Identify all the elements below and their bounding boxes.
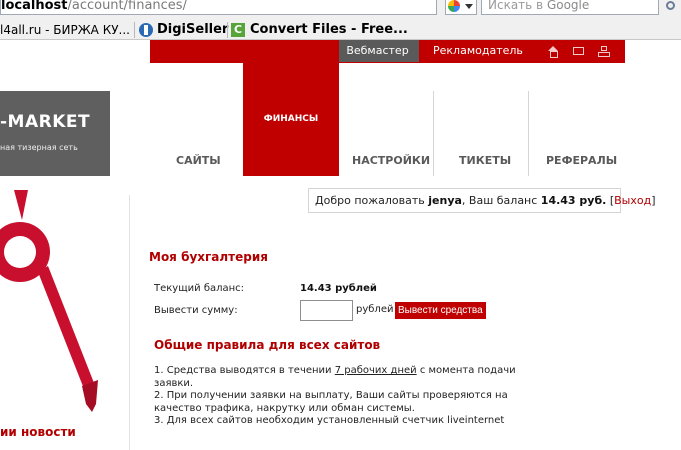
search-icon bbox=[666, 1, 675, 10]
webmaster-tab[interactable]: Вебмастер bbox=[336, 40, 419, 62]
bookmark-digiseller[interactable]: DigiSeller bbox=[139, 21, 228, 39]
convert-files-icon: C bbox=[231, 23, 245, 37]
google-icon bbox=[448, 0, 460, 12]
search-placeholder-prefix: Искать в bbox=[488, 0, 547, 12]
bookmark-convert-files-label: Convert Files - Free... bbox=[250, 22, 408, 37]
open-bracket: [ bbox=[606, 194, 615, 207]
nav-tickets[interactable]: ТИКЕТЫ bbox=[459, 154, 511, 167]
withdraw-amount-input[interactable] bbox=[300, 300, 353, 321]
browser-chrome: localhost/account/finances/ Искать в Goo… bbox=[0, 0, 681, 40]
welcome-greeting: Добро пожаловать bbox=[315, 194, 425, 207]
bookmark-convert-files[interactable]: C Convert Files - Free... bbox=[231, 21, 408, 39]
nav-divider bbox=[528, 91, 529, 176]
accounting-title: Моя бухгалтерия bbox=[149, 250, 268, 264]
rule-item-1: 1. Средства выводятся в течении 7 рабочи… bbox=[154, 365, 554, 390]
username: jenya bbox=[428, 194, 462, 207]
close-bracket: ] bbox=[651, 194, 656, 207]
rule-item-3: 3. Для всех сайтов необходим установленн… bbox=[154, 415, 505, 426]
sidebar-news-heading[interactable]: ии новости bbox=[0, 425, 76, 439]
chevron-down-icon bbox=[465, 4, 473, 9]
bookmark-separator bbox=[134, 22, 135, 38]
sitemap-icon[interactable] bbox=[598, 46, 610, 57]
nav-finances[interactable]: ФИНАНСЫ bbox=[243, 40, 339, 176]
logout-link[interactable]: Выход bbox=[614, 194, 651, 207]
bookmarks-bar: l4all.ru - БИРЖА КУ... DigiSeller C Conve… bbox=[0, 20, 681, 40]
nav-finances-label: ФИНАНСЫ bbox=[263, 114, 319, 124]
rule-1-link[interactable]: 7 рабочих дней bbox=[335, 365, 417, 376]
sidebar-divider bbox=[129, 195, 130, 450]
mail-icon[interactable] bbox=[573, 47, 584, 55]
nav-divider bbox=[433, 91, 434, 176]
amount-unit: рублей bbox=[356, 304, 394, 315]
current-balance-label: Текущий баланс: bbox=[154, 283, 245, 294]
rule-1-pre: 1. Средства выводятся в течении bbox=[154, 365, 335, 376]
search-input[interactable]: Искать в Google bbox=[481, 0, 659, 15]
digiseller-icon bbox=[139, 23, 153, 37]
rule-item-2: 2. При получении заявки на выплату, Ваши… bbox=[154, 390, 508, 414]
address-bar[interactable]: localhost/account/finances/ bbox=[0, 0, 437, 15]
home-icon[interactable] bbox=[548, 46, 559, 58]
nav-settings[interactable]: НАСТРОЙКИ bbox=[352, 154, 430, 167]
withdraw-button[interactable]: Вывести средства bbox=[395, 302, 486, 319]
current-balance-value: 14.43 рублей bbox=[300, 283, 377, 294]
address-host: localhost bbox=[1, 0, 68, 13]
rules-title: Общие правила для всех сайтов bbox=[154, 338, 381, 352]
logo-title: -MARKET bbox=[0, 112, 91, 132]
nav-sites[interactable]: САЙТЫ bbox=[176, 154, 221, 167]
welcome-balance: 14.43 руб. bbox=[540, 194, 607, 207]
welcome-balance-text: , Ваш баланс bbox=[461, 194, 541, 207]
compass-illustration bbox=[0, 190, 98, 412]
bookmark-digiseller-label: DigiSeller bbox=[157, 22, 229, 37]
welcome-box: Добро пожаловать jenya, Ваш баланс 14.43… bbox=[308, 188, 656, 213]
logo-subtitle: ная тизерная сеть bbox=[0, 143, 78, 152]
bookmark-separator bbox=[227, 22, 228, 38]
nav-referrals[interactable]: РЕФЕРАЛЫ bbox=[546, 154, 617, 167]
site-logo[interactable]: -MARKET ная тизерная сеть bbox=[0, 91, 110, 176]
search-button[interactable] bbox=[662, 0, 681, 15]
search-engine-selector[interactable] bbox=[445, 0, 477, 15]
bookmark-l4all[interactable]: l4all.ru - БИРЖА КУ... bbox=[0, 21, 130, 39]
search-placeholder-engine: Google bbox=[546, 0, 590, 12]
advertiser-link[interactable]: Рекламодатель bbox=[433, 40, 523, 62]
address-path: /account/finances/ bbox=[67, 0, 187, 13]
rules-list: 1. Средства выводятся в течении 7 рабочи… bbox=[154, 365, 554, 428]
withdraw-amount-label: Вывести сумму: bbox=[154, 305, 238, 316]
